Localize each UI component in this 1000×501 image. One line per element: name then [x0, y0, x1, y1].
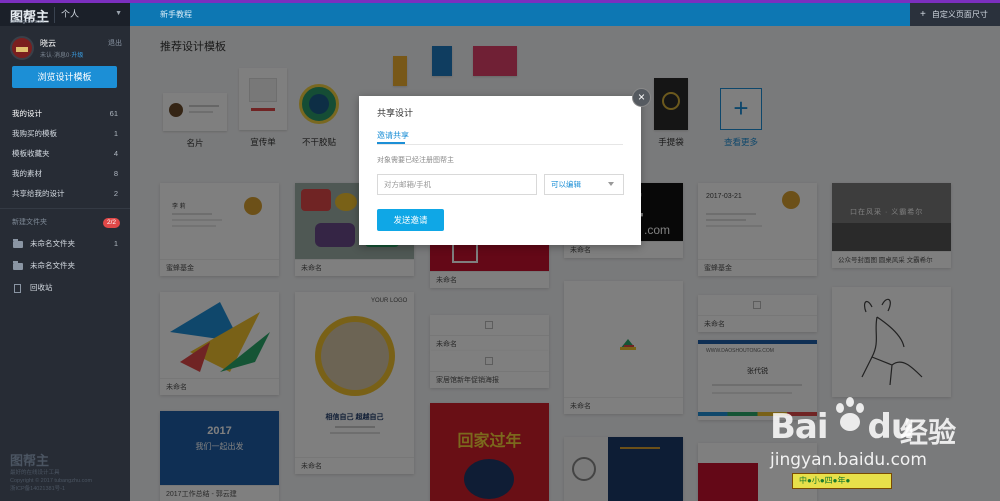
permission-value: 可以编辑 [551, 180, 581, 189]
custom-size-label: 自定义页面尺寸 [931, 10, 988, 19]
watermark-brand-bai: Bai [770, 407, 829, 447]
footer-logo: 图帮主 [10, 453, 50, 468]
baidu-jingyan-watermark: Bai du 经验 jingyan.baidu.com 中●小●四●年● [770, 395, 995, 495]
email-phone-input[interactable]: 对方邮箱/手机 [377, 174, 537, 195]
new-folder-label: 新建文件夹 [12, 219, 47, 226]
sidebar-item-materials[interactable]: 我的素材 8 [0, 164, 130, 184]
sidebar-item-folder-2[interactable]: 未命名文件夹 [0, 255, 130, 277]
sidebar-item-count: 4 [113, 149, 118, 158]
footer-line: Copyright © 2017 tubangzhu.com [10, 478, 93, 484]
sidebar-item-count: 61 [109, 109, 118, 118]
folder-icon [13, 239, 23, 248]
chevron-down-icon: ▼ [115, 10, 122, 17]
sidebar-item-folder-1[interactable]: 未命名文件夹 1 [0, 233, 130, 255]
divider [377, 144, 623, 145]
sidebar-item-label: 我的素材 [12, 169, 42, 178]
user-name[interactable]: 晓云 [40, 38, 56, 49]
upgrade-link[interactable]: 升级 [71, 53, 83, 59]
trash-label: 回收站 [30, 283, 53, 292]
user-meta: 未认·消息0·升级 [40, 50, 83, 59]
logout-link[interactable]: 退出 [108, 38, 122, 48]
modal-hint: 对象需要已经注册图帮主 [377, 157, 454, 164]
tab-invite-share[interactable]: 邀请共享 [377, 130, 409, 141]
tutorial-link[interactable]: 新手教程 [130, 3, 910, 26]
user-auth-status: 未认 [40, 53, 53, 59]
permission-select[interactable]: 可以编辑 [544, 174, 624, 195]
watermark-stamp: 中●小●四●年● [792, 473, 892, 489]
send-invite-button[interactable]: 发送邀请 [377, 209, 444, 231]
sidebar-item-count: 8 [113, 169, 118, 178]
sidebar-item-count: 2 [113, 189, 118, 198]
plus-icon: + [920, 9, 926, 20]
new-folder-button[interactable]: 新建文件夹 2/2 [0, 213, 130, 233]
browse-templates-button[interactable]: 浏览设计模板 [12, 66, 117, 88]
brand-area: 图帮主 tubangzhu.com 个人 ▼ [0, 3, 130, 26]
user-profile: 晓云 未认·消息0·升级 退出 [10, 36, 122, 66]
folder-icon [13, 261, 23, 270]
top-bar: 图帮主 tubangzhu.com 个人 ▼ 新手教程 + 自定义页面尺寸 [0, 0, 1000, 26]
sidebar-item-count: 1 [113, 129, 118, 138]
sidebar-footer: 图帮主 最好的在线设计工具 Copyright © 2017 tubangzhu… [10, 450, 125, 493]
divider [0, 208, 130, 209]
watermark-url: jingyan.baidu.com [770, 450, 927, 470]
folder-quota-badge: 2/2 [102, 218, 120, 228]
sidebar-item-trash[interactable]: 回收站 [0, 277, 130, 299]
chevron-down-icon [608, 182, 614, 186]
paw-icon [830, 395, 870, 435]
folder-label: 未命名文件夹 [30, 261, 75, 270]
sidebar: 晓云 未认·消息0·升级 退出 浏览设计模板 我的设计 61 我购买的模板 1 … [0, 26, 130, 501]
close-icon[interactable]: × [632, 88, 651, 107]
sidebar-item-my-designs[interactable]: 我的设计 61 [0, 104, 130, 124]
folder-count: 1 [113, 239, 118, 248]
folder-label: 未命名文件夹 [30, 239, 75, 248]
custom-size-button[interactable]: + 自定义页面尺寸 [910, 3, 1000, 26]
sidebar-item-favorites[interactable]: 模板收藏夹 4 [0, 144, 130, 164]
avatar[interactable] [10, 36, 34, 60]
sidebar-menu: 我的设计 61 我购买的模板 1 模板收藏夹 4 我的素材 8 共享给我的设计 … [0, 104, 130, 299]
account-switch-dropdown[interactable]: 个人 ▼ [54, 7, 128, 23]
sidebar-item-shared-with-me[interactable]: 共享给我的设计 2 [0, 184, 130, 204]
modal-title: 共享设计 [377, 108, 414, 118]
sidebar-item-label: 共享给我的设计 [12, 189, 65, 198]
footer-line: 浙ICP备14021381号-1 [10, 486, 66, 492]
app-logo-subtitle: tubangzhu.com [10, 19, 45, 25]
share-design-modal: 共享设计 邀请共享 对象需要已经注册图帮主 对方邮箱/手机 可以编辑 发送邀请 [359, 96, 641, 245]
sidebar-item-label: 模板收藏夹 [12, 149, 50, 158]
trash-icon [14, 284, 21, 293]
user-messages[interactable]: ·消息0· [52, 53, 71, 59]
watermark-brand-2: 经验 [900, 417, 957, 448]
footer-line: 最好的在线设计工具 [10, 470, 60, 476]
account-switch-label: 个人 [61, 9, 80, 19]
sidebar-item-purchased[interactable]: 我购买的模板 1 [0, 124, 130, 144]
sidebar-item-label: 我购买的模板 [12, 129, 57, 138]
sidebar-item-label: 我的设计 [12, 109, 42, 118]
